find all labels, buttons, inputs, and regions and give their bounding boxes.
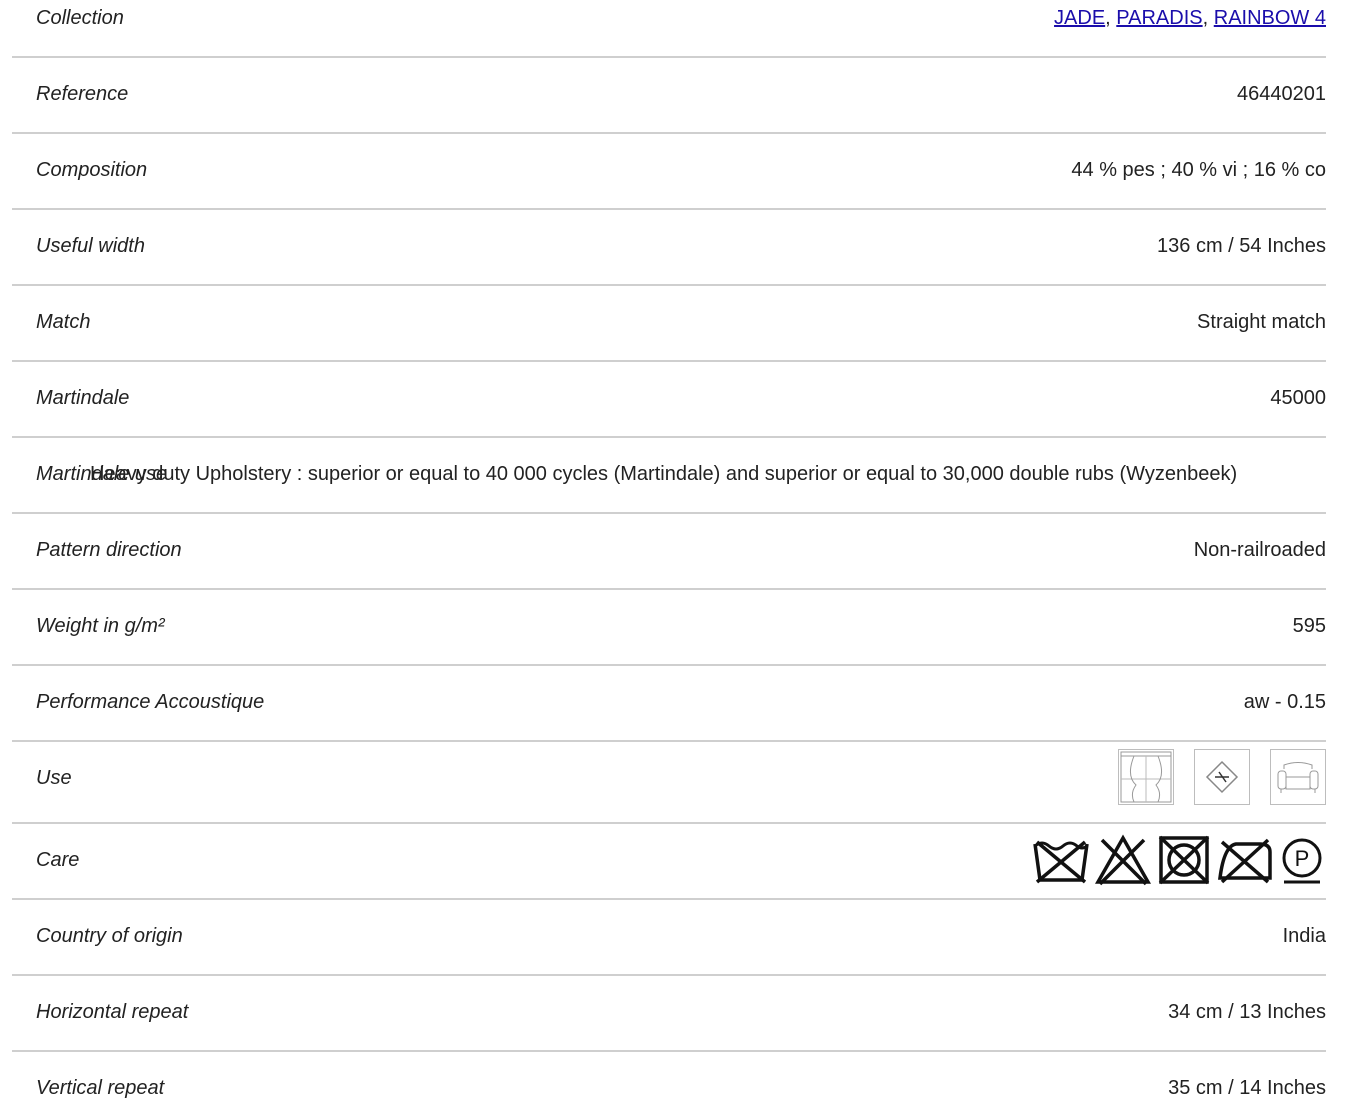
dry-clean-letter: P [1295,846,1310,871]
collection-links: JADE, PARADIS, RAINBOW 4 [1054,6,1326,30]
weight-label: Weight in g/m² [36,615,165,637]
care-icons: P [1032,834,1326,891]
vertical-repeat-value: 35 cm / 14 Inches [1168,1077,1326,1099]
acoustic-label: Performance Accoustique [36,691,265,713]
useful-width-value: 136 cm / 54 Inches [1157,235,1326,257]
divider [12,898,1326,900]
vertical-repeat-label: Vertical repeat [36,1077,165,1099]
horizontal-repeat-value: 34 cm / 13 Inches [1168,1001,1326,1023]
collection-link-rainbow[interactable]: RAINBOW 4 [1214,7,1326,29]
country-label: Country of origin [36,925,183,947]
collection-label: Collection [36,7,124,29]
link-separator: , [1105,7,1117,29]
composition-value: 44 % pes ; 40 % vi ; 16 % co [1071,159,1326,181]
divider [12,512,1326,514]
use-icons [1118,749,1326,805]
reference-label: Reference [36,83,129,105]
divider [12,436,1326,438]
acoustic-value: aw - 0.15 [1243,691,1326,713]
divider [12,664,1326,666]
do-not-wash-icon [1032,834,1090,891]
divider [12,588,1326,590]
divider [12,974,1326,976]
divider [12,1050,1326,1052]
link-separator: , [1202,7,1214,29]
composition-label: Composition [36,159,148,181]
martindale-label: Martindale [36,387,130,409]
do-not-tumble-dry-icon [1156,834,1212,891]
divider [12,740,1326,742]
pattern-direction-value: Non-railroaded [1193,539,1326,561]
care-label: Care [36,849,80,871]
martindale-use-value: Heavy duty Upholstery : superior or equa… [90,463,1238,485]
match-value: Straight match [1197,311,1326,333]
pattern-direction-label: Pattern direction [36,539,182,561]
divider [12,360,1326,362]
curtain-icon [1118,749,1174,805]
country-value: India [1282,925,1326,947]
do-not-bleach-icon [1094,834,1152,891]
use-label: Use [36,767,72,789]
martindale-value: 45000 [1270,387,1326,409]
dry-clean-p-icon: P [1278,834,1326,891]
divider [12,822,1326,824]
divider [12,208,1326,210]
match-label: Match [36,311,91,333]
no-wall-covering-icon [1194,749,1250,805]
divider [12,56,1326,58]
divider [12,284,1326,286]
armchair-icon [1270,749,1326,805]
useful-width-label: Useful width [36,235,145,257]
collection-link-jade[interactable]: JADE [1054,7,1105,29]
reference-value: 46440201 [1237,83,1326,105]
collection-link-paradis[interactable]: PARADIS [1116,7,1202,29]
divider [12,132,1326,134]
weight-value: 595 [1292,615,1326,637]
do-not-iron-icon [1216,834,1274,891]
horizontal-repeat-label: Horizontal repeat [36,1001,189,1023]
